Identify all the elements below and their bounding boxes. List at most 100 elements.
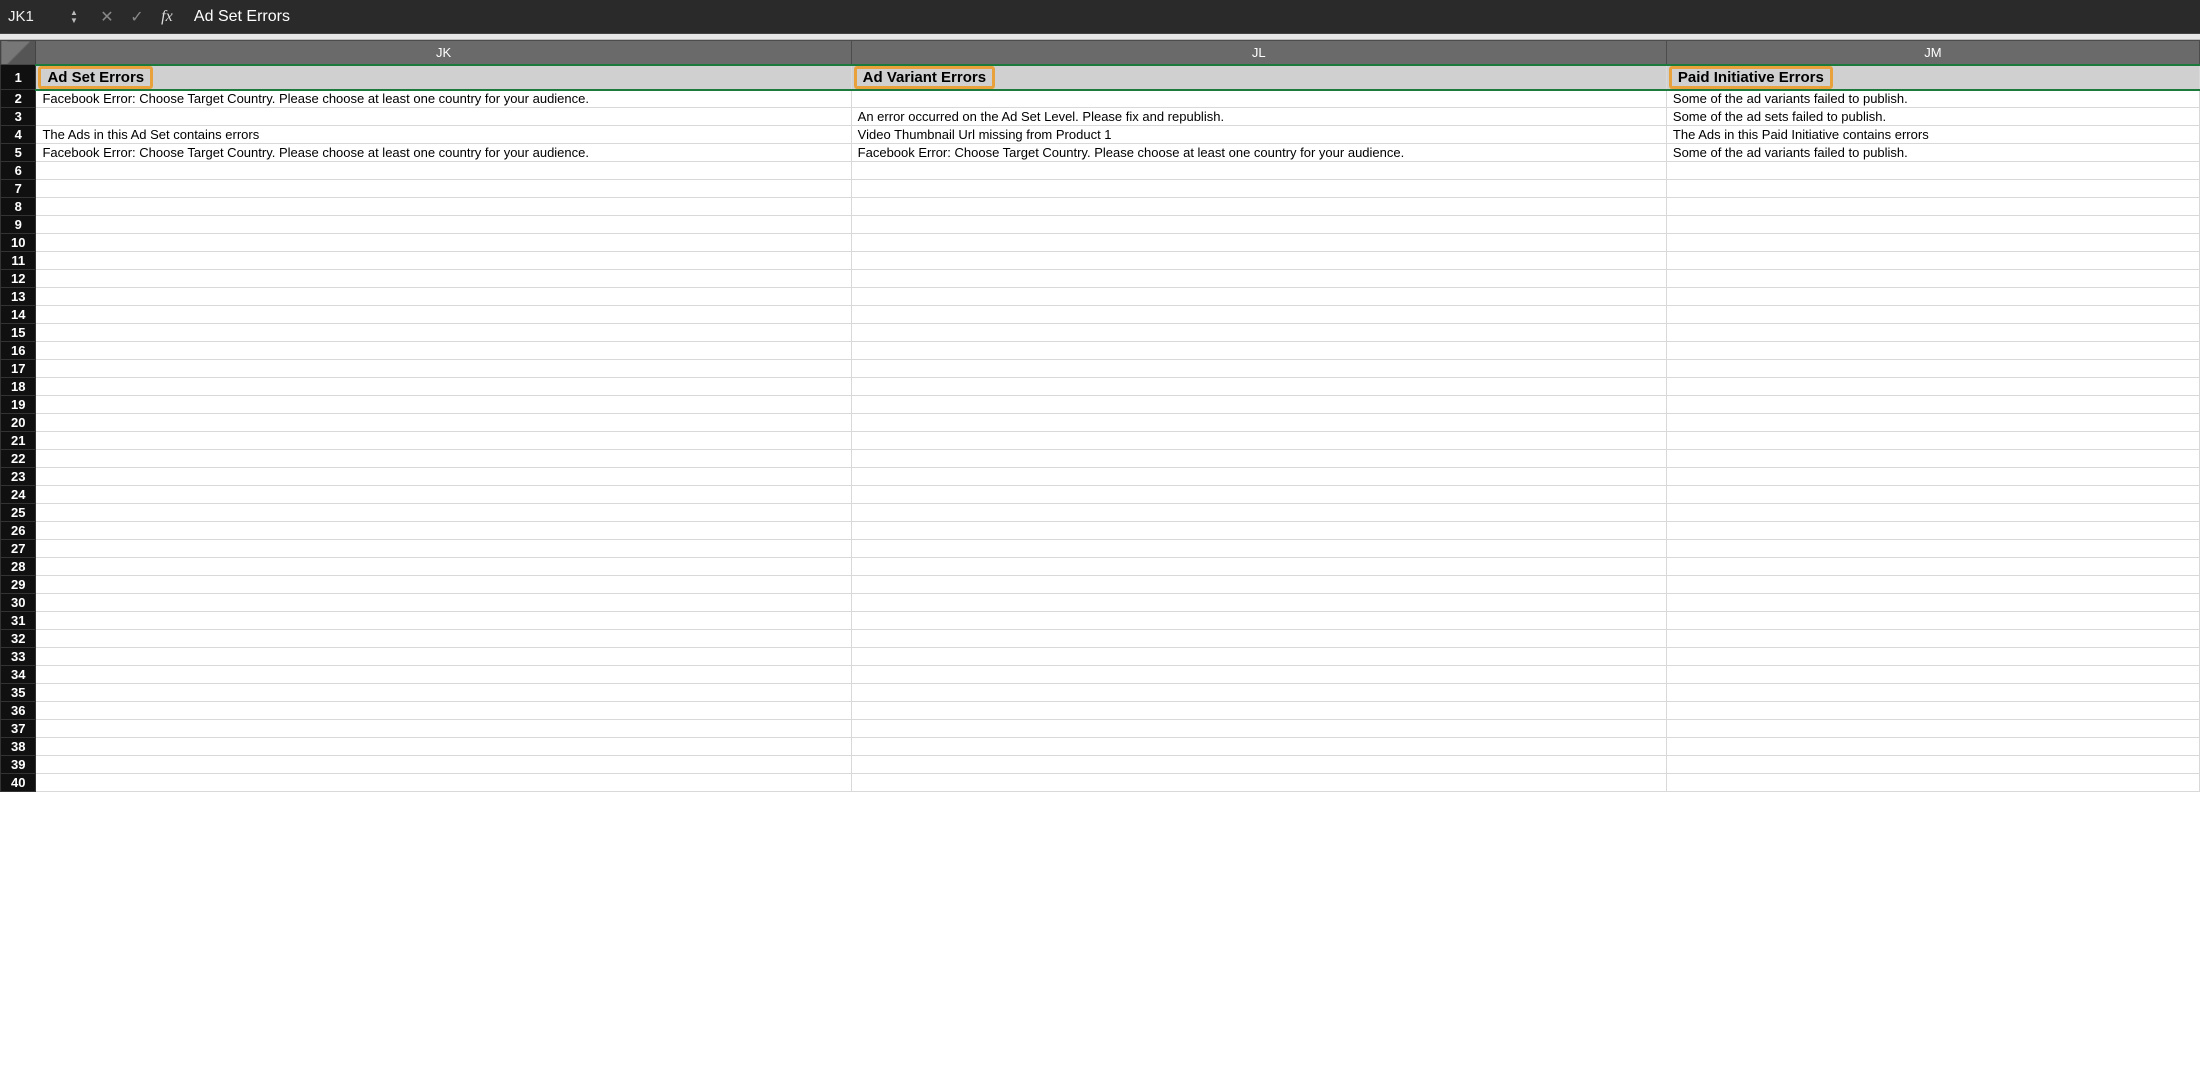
cell-JK13[interactable] (36, 288, 851, 306)
cell-JK32[interactable] (36, 630, 851, 648)
cell-JL35[interactable] (851, 684, 1666, 702)
cell-JM36[interactable] (1666, 702, 2199, 720)
cell-JM17[interactable] (1666, 360, 2199, 378)
row-header-38[interactable]: 38 (1, 738, 36, 756)
cell-JM40[interactable] (1666, 774, 2199, 792)
row-header-39[interactable]: 39 (1, 756, 36, 774)
cell-JK12[interactable] (36, 270, 851, 288)
cell-JM25[interactable] (1666, 504, 2199, 522)
column-header-jm[interactable]: JM (1666, 41, 2199, 65)
cell-JK28[interactable] (36, 558, 851, 576)
cell-JL40[interactable] (851, 774, 1666, 792)
cell-JL6[interactable] (851, 162, 1666, 180)
row-header-33[interactable]: 33 (1, 648, 36, 666)
cell-JM37[interactable] (1666, 720, 2199, 738)
cell-JL32[interactable] (851, 630, 1666, 648)
cell-JM20[interactable] (1666, 414, 2199, 432)
column-header-jl[interactable]: JL (851, 41, 1666, 65)
row-header-24[interactable]: 24 (1, 486, 36, 504)
cell-JM9[interactable] (1666, 216, 2199, 234)
cell-JL14[interactable] (851, 306, 1666, 324)
cell-JM14[interactable] (1666, 306, 2199, 324)
row-header-22[interactable]: 22 (1, 450, 36, 468)
stepper-down-icon[interactable]: ▼ (70, 17, 78, 25)
cell-JL36[interactable] (851, 702, 1666, 720)
row-header-34[interactable]: 34 (1, 666, 36, 684)
row-header-8[interactable]: 8 (1, 198, 36, 216)
cell-JM7[interactable] (1666, 180, 2199, 198)
cell-JL31[interactable] (851, 612, 1666, 630)
cell-JK11[interactable] (36, 252, 851, 270)
name-box-stepper[interactable]: ▲ ▼ (70, 9, 78, 25)
cell-JK1[interactable]: Ad Set Errors (36, 65, 851, 90)
cell-JK24[interactable] (36, 486, 851, 504)
cell-JL12[interactable] (851, 270, 1666, 288)
cell-JL33[interactable] (851, 648, 1666, 666)
cell-JM13[interactable] (1666, 288, 2199, 306)
cell-JM11[interactable] (1666, 252, 2199, 270)
row-header-9[interactable]: 9 (1, 216, 36, 234)
cell-JM24[interactable] (1666, 486, 2199, 504)
row-header-40[interactable]: 40 (1, 774, 36, 792)
cell-JL7[interactable] (851, 180, 1666, 198)
row-header-31[interactable]: 31 (1, 612, 36, 630)
fx-icon[interactable]: fx (156, 8, 178, 26)
row-header-28[interactable]: 28 (1, 558, 36, 576)
cell-JL2[interactable] (851, 90, 1666, 108)
cell-JK4[interactable]: The Ads in this Ad Set contains errors (36, 126, 851, 144)
row-header-11[interactable]: 11 (1, 252, 36, 270)
cell-JK17[interactable] (36, 360, 851, 378)
cell-JL39[interactable] (851, 756, 1666, 774)
row-header-18[interactable]: 18 (1, 378, 36, 396)
cell-JK23[interactable] (36, 468, 851, 486)
cell-JK39[interactable] (36, 756, 851, 774)
cell-JM26[interactable] (1666, 522, 2199, 540)
cell-JK21[interactable] (36, 432, 851, 450)
row-header-26[interactable]: 26 (1, 522, 36, 540)
row-header-5[interactable]: 5 (1, 144, 36, 162)
cell-JL37[interactable] (851, 720, 1666, 738)
cell-JK30[interactable] (36, 594, 851, 612)
cell-JK27[interactable] (36, 540, 851, 558)
cell-JL15[interactable] (851, 324, 1666, 342)
row-header-12[interactable]: 12 (1, 270, 36, 288)
row-header-29[interactable]: 29 (1, 576, 36, 594)
row-header-23[interactable]: 23 (1, 468, 36, 486)
column-header-jk[interactable]: JK (36, 41, 851, 65)
cell-JM39[interactable] (1666, 756, 2199, 774)
cell-JL4[interactable]: Video Thumbnail Url missing from Product… (851, 126, 1666, 144)
cell-JM5[interactable]: Some of the ad variants failed to publis… (1666, 144, 2199, 162)
cell-JM4[interactable]: The Ads in this Paid Initiative contains… (1666, 126, 2199, 144)
cell-JK36[interactable] (36, 702, 851, 720)
cell-JK14[interactable] (36, 306, 851, 324)
cell-JK5[interactable]: Facebook Error: Choose Target Country. P… (36, 144, 851, 162)
row-header-25[interactable]: 25 (1, 504, 36, 522)
row-header-21[interactable]: 21 (1, 432, 36, 450)
cell-JM31[interactable] (1666, 612, 2199, 630)
cell-JK15[interactable] (36, 324, 851, 342)
cell-JK16[interactable] (36, 342, 851, 360)
cell-JK3[interactable] (36, 108, 851, 126)
row-header-13[interactable]: 13 (1, 288, 36, 306)
cell-JL22[interactable] (851, 450, 1666, 468)
cell-JK2[interactable]: Facebook Error: Choose Target Country. P… (36, 90, 851, 108)
cell-JL28[interactable] (851, 558, 1666, 576)
cell-JM32[interactable] (1666, 630, 2199, 648)
cell-JM8[interactable] (1666, 198, 2199, 216)
cell-JK7[interactable] (36, 180, 851, 198)
cell-JL9[interactable] (851, 216, 1666, 234)
cell-JM6[interactable] (1666, 162, 2199, 180)
cell-JL24[interactable] (851, 486, 1666, 504)
row-header-1[interactable]: 1 (1, 65, 36, 90)
cell-JK40[interactable] (36, 774, 851, 792)
cell-JL18[interactable] (851, 378, 1666, 396)
cell-JK26[interactable] (36, 522, 851, 540)
row-header-20[interactable]: 20 (1, 414, 36, 432)
cell-JM23[interactable] (1666, 468, 2199, 486)
cell-JM10[interactable] (1666, 234, 2199, 252)
cell-JM15[interactable] (1666, 324, 2199, 342)
cell-JL30[interactable] (851, 594, 1666, 612)
cell-JK34[interactable] (36, 666, 851, 684)
row-header-4[interactable]: 4 (1, 126, 36, 144)
cancel-formula-icon[interactable]: ✕ (96, 7, 118, 27)
